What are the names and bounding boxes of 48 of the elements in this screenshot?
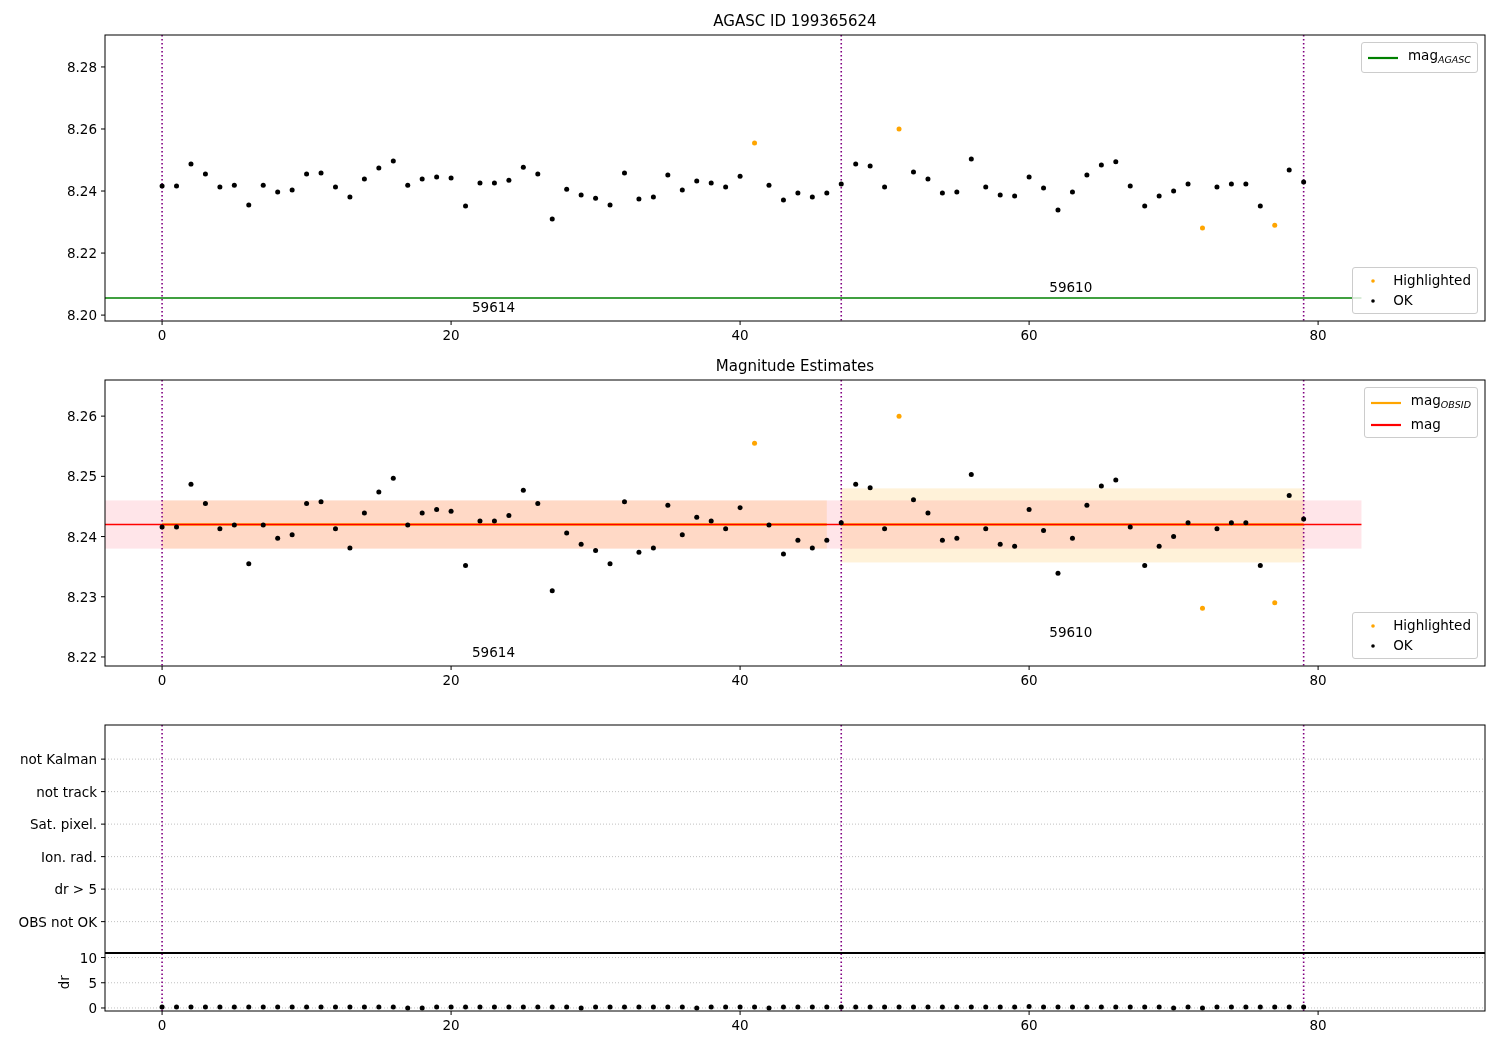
tick-label: Ion. rad. bbox=[40, 848, 97, 865]
point-label: 59610 bbox=[1049, 279, 1093, 296]
tick-label: 80 bbox=[1309, 327, 1327, 343]
axis-label: dr bbox=[56, 975, 72, 990]
tick-label: 0 bbox=[157, 327, 167, 343]
tick-label: 5 bbox=[88, 974, 97, 991]
tick-label: 8.22 bbox=[66, 245, 97, 262]
tick-label: 80 bbox=[1309, 1017, 1327, 1033]
legend-label: OK bbox=[1393, 292, 1413, 309]
tick-label: dr > 5 bbox=[54, 881, 97, 898]
legend-label: Highlighted bbox=[1393, 272, 1471, 289]
legend-label: mag$_{OBSID}$ bbox=[1410, 392, 1471, 412]
tick-label: 60 bbox=[1020, 672, 1038, 688]
point-label: 59614 bbox=[472, 299, 515, 315]
legend-label: OK bbox=[1393, 637, 1413, 654]
point-label: 59610 bbox=[1049, 624, 1093, 641]
tick-label: not track bbox=[36, 783, 97, 800]
tick-label: 20 bbox=[442, 327, 460, 343]
tick-label: 8.24 bbox=[66, 528, 97, 545]
tick-label: 8.26 bbox=[66, 408, 97, 425]
tick-label: 8.20 bbox=[66, 307, 97, 324]
tick-label: 80 bbox=[1309, 672, 1327, 688]
tick-label: 8.26 bbox=[66, 121, 97, 137]
tick-label: 20 bbox=[442, 1017, 460, 1033]
legend-label: mag bbox=[1410, 416, 1441, 433]
tick-label: 0 bbox=[88, 999, 97, 1016]
legend-label: mag$_{AGASC}$ bbox=[1407, 47, 1471, 67]
point-label: 59614 bbox=[472, 643, 515, 660]
tick-label: Sat. pixel. bbox=[30, 816, 97, 833]
tick-label: 40 bbox=[731, 1017, 749, 1033]
legend-label: Highlighted bbox=[1393, 617, 1471, 634]
chart-title: AGASC ID 199365624 bbox=[713, 12, 877, 30]
tick-label: 20 bbox=[442, 672, 460, 688]
chart-title: Magnitude Estimates bbox=[715, 357, 875, 375]
tick-label: 60 bbox=[1020, 327, 1038, 343]
tick-label: OBS not OK bbox=[18, 913, 97, 930]
tick-label: 8.22 bbox=[66, 648, 97, 665]
tick-label: 8.28 bbox=[66, 58, 97, 75]
tick-label: 0 bbox=[157, 1017, 167, 1033]
tick-label: 60 bbox=[1020, 1017, 1038, 1033]
tick-label: 8.24 bbox=[66, 183, 97, 200]
tick-label: 0 bbox=[157, 672, 167, 688]
tick-label: not Kalman bbox=[19, 751, 97, 768]
tick-label: 40 bbox=[731, 672, 749, 688]
tick-label: 8.25 bbox=[66, 468, 97, 485]
tick-label: 40 bbox=[731, 327, 749, 343]
tick-label: 8.23 bbox=[66, 588, 97, 605]
tick-label: 10 bbox=[79, 953, 97, 966]
